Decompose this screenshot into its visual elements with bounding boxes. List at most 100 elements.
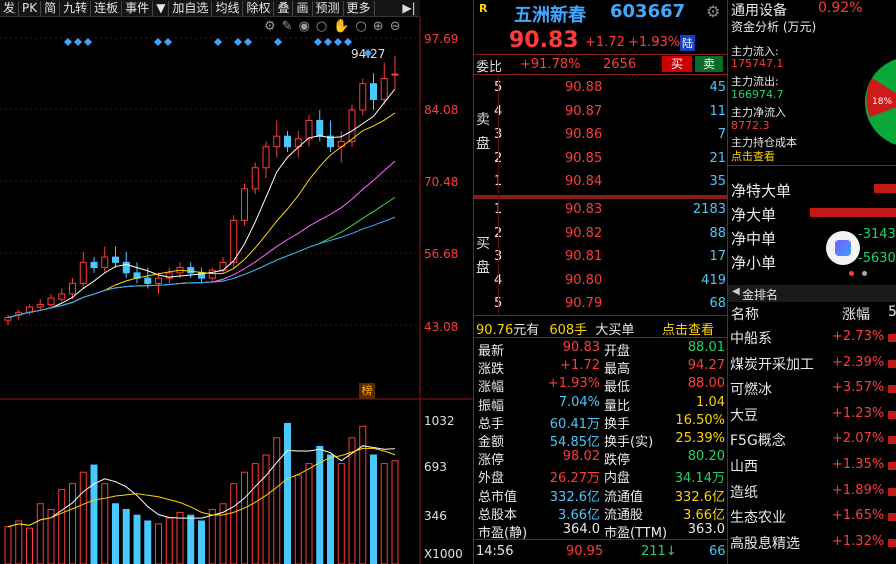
book-price[interactable]: 90.79 xyxy=(565,296,602,311)
gear-icon[interactable]: ⚙ xyxy=(264,19,282,34)
big-order-link[interactable]: 点击查看 xyxy=(662,319,714,338)
volume-bar xyxy=(26,527,33,564)
circle-icon[interactable]: ○ xyxy=(355,19,372,34)
book-price[interactable]: 90.86 xyxy=(565,127,602,142)
flow-label: 净小单 xyxy=(731,254,777,272)
panel-divider xyxy=(473,0,474,564)
ranking-name: 造纸 xyxy=(730,484,758,501)
stock-name: 五洲新春 xyxy=(514,5,586,26)
toolbar-item-8[interactable]: 均线 xyxy=(212,0,244,16)
pen-icon[interactable]: ✎ xyxy=(282,19,299,34)
ranking-row[interactable]: 可燃冰 +3.57% xyxy=(728,379,896,401)
toolbar-item-9[interactable]: 除权 xyxy=(243,0,275,16)
ranking-col-pct[interactable]: 涨幅 xyxy=(842,304,870,324)
flow-bar xyxy=(874,184,896,193)
quote-label: 最新 xyxy=(478,344,505,359)
ranking-row[interactable]: 大豆 +1.23% xyxy=(728,405,896,427)
toolbar-item-3[interactable]: 九转 xyxy=(60,0,92,16)
expand-icon: ◀ xyxy=(732,286,740,297)
book-price[interactable]: 90.81 xyxy=(565,249,602,264)
flow-value: -3143 xyxy=(858,227,896,242)
signal-marker xyxy=(64,38,72,46)
book-price[interactable]: 90.83 xyxy=(565,202,602,217)
book-price[interactable]: 90.82 xyxy=(565,226,602,241)
ranking-row[interactable]: 山西 +1.35% xyxy=(728,456,896,478)
quote-label: 流通值 xyxy=(604,489,644,505)
sector-name[interactable]: 通用设备 xyxy=(731,0,787,20)
ranking-marker xyxy=(888,334,896,342)
toolbar-item-0[interactable]: 发 xyxy=(0,0,20,16)
volume-ma-line xyxy=(7,447,396,528)
toolbar-item-13[interactable]: 更多 xyxy=(344,0,375,16)
quote-value: 364.0 xyxy=(562,522,600,537)
candle-body xyxy=(79,261,87,284)
candle-body xyxy=(380,77,388,100)
book-price[interactable]: 90.80 xyxy=(565,273,602,288)
candle-body xyxy=(47,297,55,305)
circle-icon[interactable]: ○ xyxy=(316,19,333,34)
assistant-button[interactable] xyxy=(826,231,860,265)
ranking-row[interactable]: F5G概念 +2.07% xyxy=(728,430,896,452)
toolbar-item-7[interactable]: 加自选 xyxy=(169,0,213,16)
candle-body xyxy=(262,146,270,169)
toolbar-item-1[interactable]: PK xyxy=(19,0,42,16)
tick-time: 14:56 xyxy=(476,544,514,559)
quote-label: 涨停 xyxy=(478,453,505,469)
big-order[interactable]: 90.76元有 608手 大买单 xyxy=(476,319,634,338)
ranking-name: 大豆 xyxy=(730,407,758,424)
chart-icons: ⚙✎◉○✋○⊕⊖ xyxy=(264,19,407,34)
zoom-out-icon[interactable]: ⊖ xyxy=(390,19,407,34)
ranking-row[interactable]: 生态农业 +1.65% xyxy=(728,507,896,529)
sell-button[interactable]: 卖 xyxy=(695,56,723,72)
book-price[interactable]: 90.85 xyxy=(565,151,602,166)
toolbar-item-11[interactable]: 画 xyxy=(293,0,313,16)
quote-value: 25.39% xyxy=(675,431,725,446)
toolbar-item-2[interactable]: 简 xyxy=(41,0,61,16)
ranking-marker xyxy=(888,513,896,522)
book-volume: 7 xyxy=(717,127,726,142)
ranking-col-extra[interactable]: 5 xyxy=(888,304,896,320)
hand-icon[interactable]: ✋ xyxy=(333,19,355,34)
ranking-row[interactable]: 中船系 +2.73% xyxy=(728,328,896,350)
buy-button[interactable]: 买 xyxy=(662,56,692,72)
volume-bar xyxy=(294,474,302,564)
toolbar-item-10[interactable]: 叠 xyxy=(274,0,294,16)
kline-chart[interactable] xyxy=(0,17,474,564)
eye-icon[interactable]: ◉ xyxy=(299,19,316,34)
signal-marker xyxy=(244,38,252,46)
toolbar-item-12[interactable]: 预测 xyxy=(313,0,344,16)
ranking-row[interactable]: 高股息精选 +1.32% xyxy=(728,533,896,555)
settings-icon[interactable]: ⚙ xyxy=(706,2,720,21)
cost-link[interactable]: 点击查看 xyxy=(731,148,775,164)
volume-bar xyxy=(208,509,216,564)
ranking-name: F5G概念 xyxy=(730,433,786,450)
candle-body xyxy=(370,83,377,100)
toolbar-item-6[interactable]: ▼ xyxy=(153,0,170,16)
ranking-row[interactable]: 煤炭开采加工 +2.39% xyxy=(728,354,896,376)
net-inflow-label: 主力净流入 xyxy=(731,106,786,119)
quote-value: 3.66亿 xyxy=(558,507,600,523)
quote-label: 涨跌 xyxy=(478,362,505,378)
volume-bar xyxy=(133,514,141,564)
ranking-pct: +1.35% xyxy=(832,457,885,472)
quote-value: 94.27 xyxy=(687,358,725,374)
ranking-marker xyxy=(888,359,896,368)
volume-bar xyxy=(337,463,345,564)
ranking-col-name[interactable]: 名称 xyxy=(731,304,759,324)
play-icon[interactable]: ▶| xyxy=(398,0,420,16)
toolbar-item-5[interactable]: 事件 xyxy=(122,0,154,16)
ranking-row[interactable]: 造纸 +1.89% xyxy=(728,482,896,504)
rank-badge[interactable]: 榜 xyxy=(359,383,375,399)
zoom-in-icon[interactable]: ⊕ xyxy=(373,19,390,34)
book-price[interactable]: 90.87 xyxy=(565,104,602,119)
moving-average-line xyxy=(7,196,396,319)
book-price[interactable]: 90.84 xyxy=(565,174,602,189)
ranking-name: 高股息精选 xyxy=(730,535,800,552)
volume-bar xyxy=(370,454,377,564)
volume-bar xyxy=(230,483,238,564)
ranking-name: 煤炭开采加工 xyxy=(730,356,814,373)
book-price[interactable]: 90.88 xyxy=(565,80,602,95)
stock-flag: R xyxy=(479,2,488,15)
volume-bar xyxy=(4,526,12,564)
toolbar-item-4[interactable]: 连板 xyxy=(91,0,123,16)
